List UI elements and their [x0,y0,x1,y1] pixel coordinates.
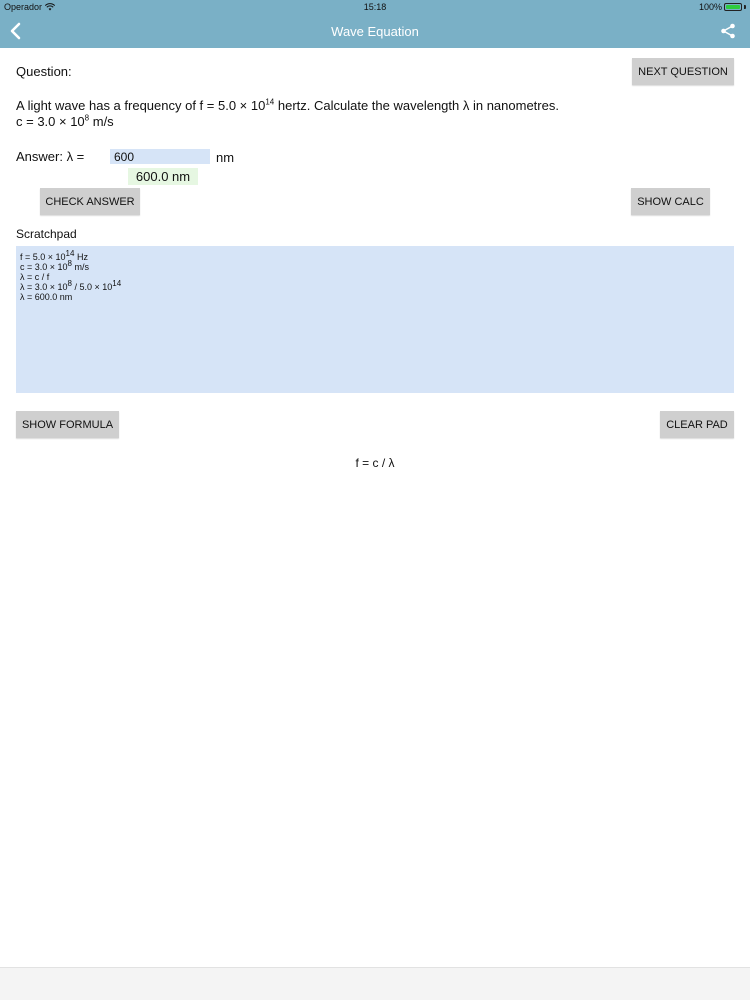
battery-percent: 100% [698,2,722,12]
bottom-bar [0,967,750,1000]
battery-tip [744,5,746,9]
answer-unit: nm [216,150,235,165]
question-line-1: A light wave has a frequency of f = 5.0 … [16,97,559,113]
nav-bar: Wave Equation [0,14,750,48]
check-answer-button[interactable]: CHECK ANSWER [40,188,140,215]
scratchpad-line: f = 5.0 × 1014 Hz [20,249,88,263]
question-line-2: c = 3.0 × 108 m/s [16,113,114,129]
battery-icon [724,3,742,11]
answer-result: 600.0 nm [128,168,198,185]
status-bar: Operador 15:18 100% [0,0,750,14]
formula-text: f = c / λ [355,456,395,470]
scratchpad-line: λ = 3.0 × 108 / 5.0 × 1014 [20,279,122,293]
scratchpad-line: c = 3.0 × 108 m/s [20,259,89,273]
answer-input[interactable] [110,149,210,164]
question-label: Question: [16,64,72,79]
next-question-button[interactable]: NEXT QUESTION [632,58,734,85]
show-calc-button[interactable]: SHOW CALC [631,188,710,215]
show-formula-button[interactable]: SHOW FORMULA [16,411,119,438]
question-text: A light wave has a frequency of f = 5.0 … [16,98,736,130]
share-icon[interactable] [720,23,736,39]
scratchpad-line: λ = c / f [20,272,50,282]
clock: 15:18 [363,2,387,12]
clear-pad-button[interactable]: CLEAR PAD [660,411,734,438]
answer-label: Answer: λ = [16,149,85,164]
scratchpad-area[interactable]: f = 5.0 × 1014 Hz c = 3.0 × 108 m/s λ = … [16,246,734,393]
scratchpad-label: Scratchpad [16,227,77,241]
scratchpad-line: λ = 600.0 nm [20,292,73,302]
page-title: Wave Equation [331,24,419,39]
battery-group: 100% [699,2,746,12]
